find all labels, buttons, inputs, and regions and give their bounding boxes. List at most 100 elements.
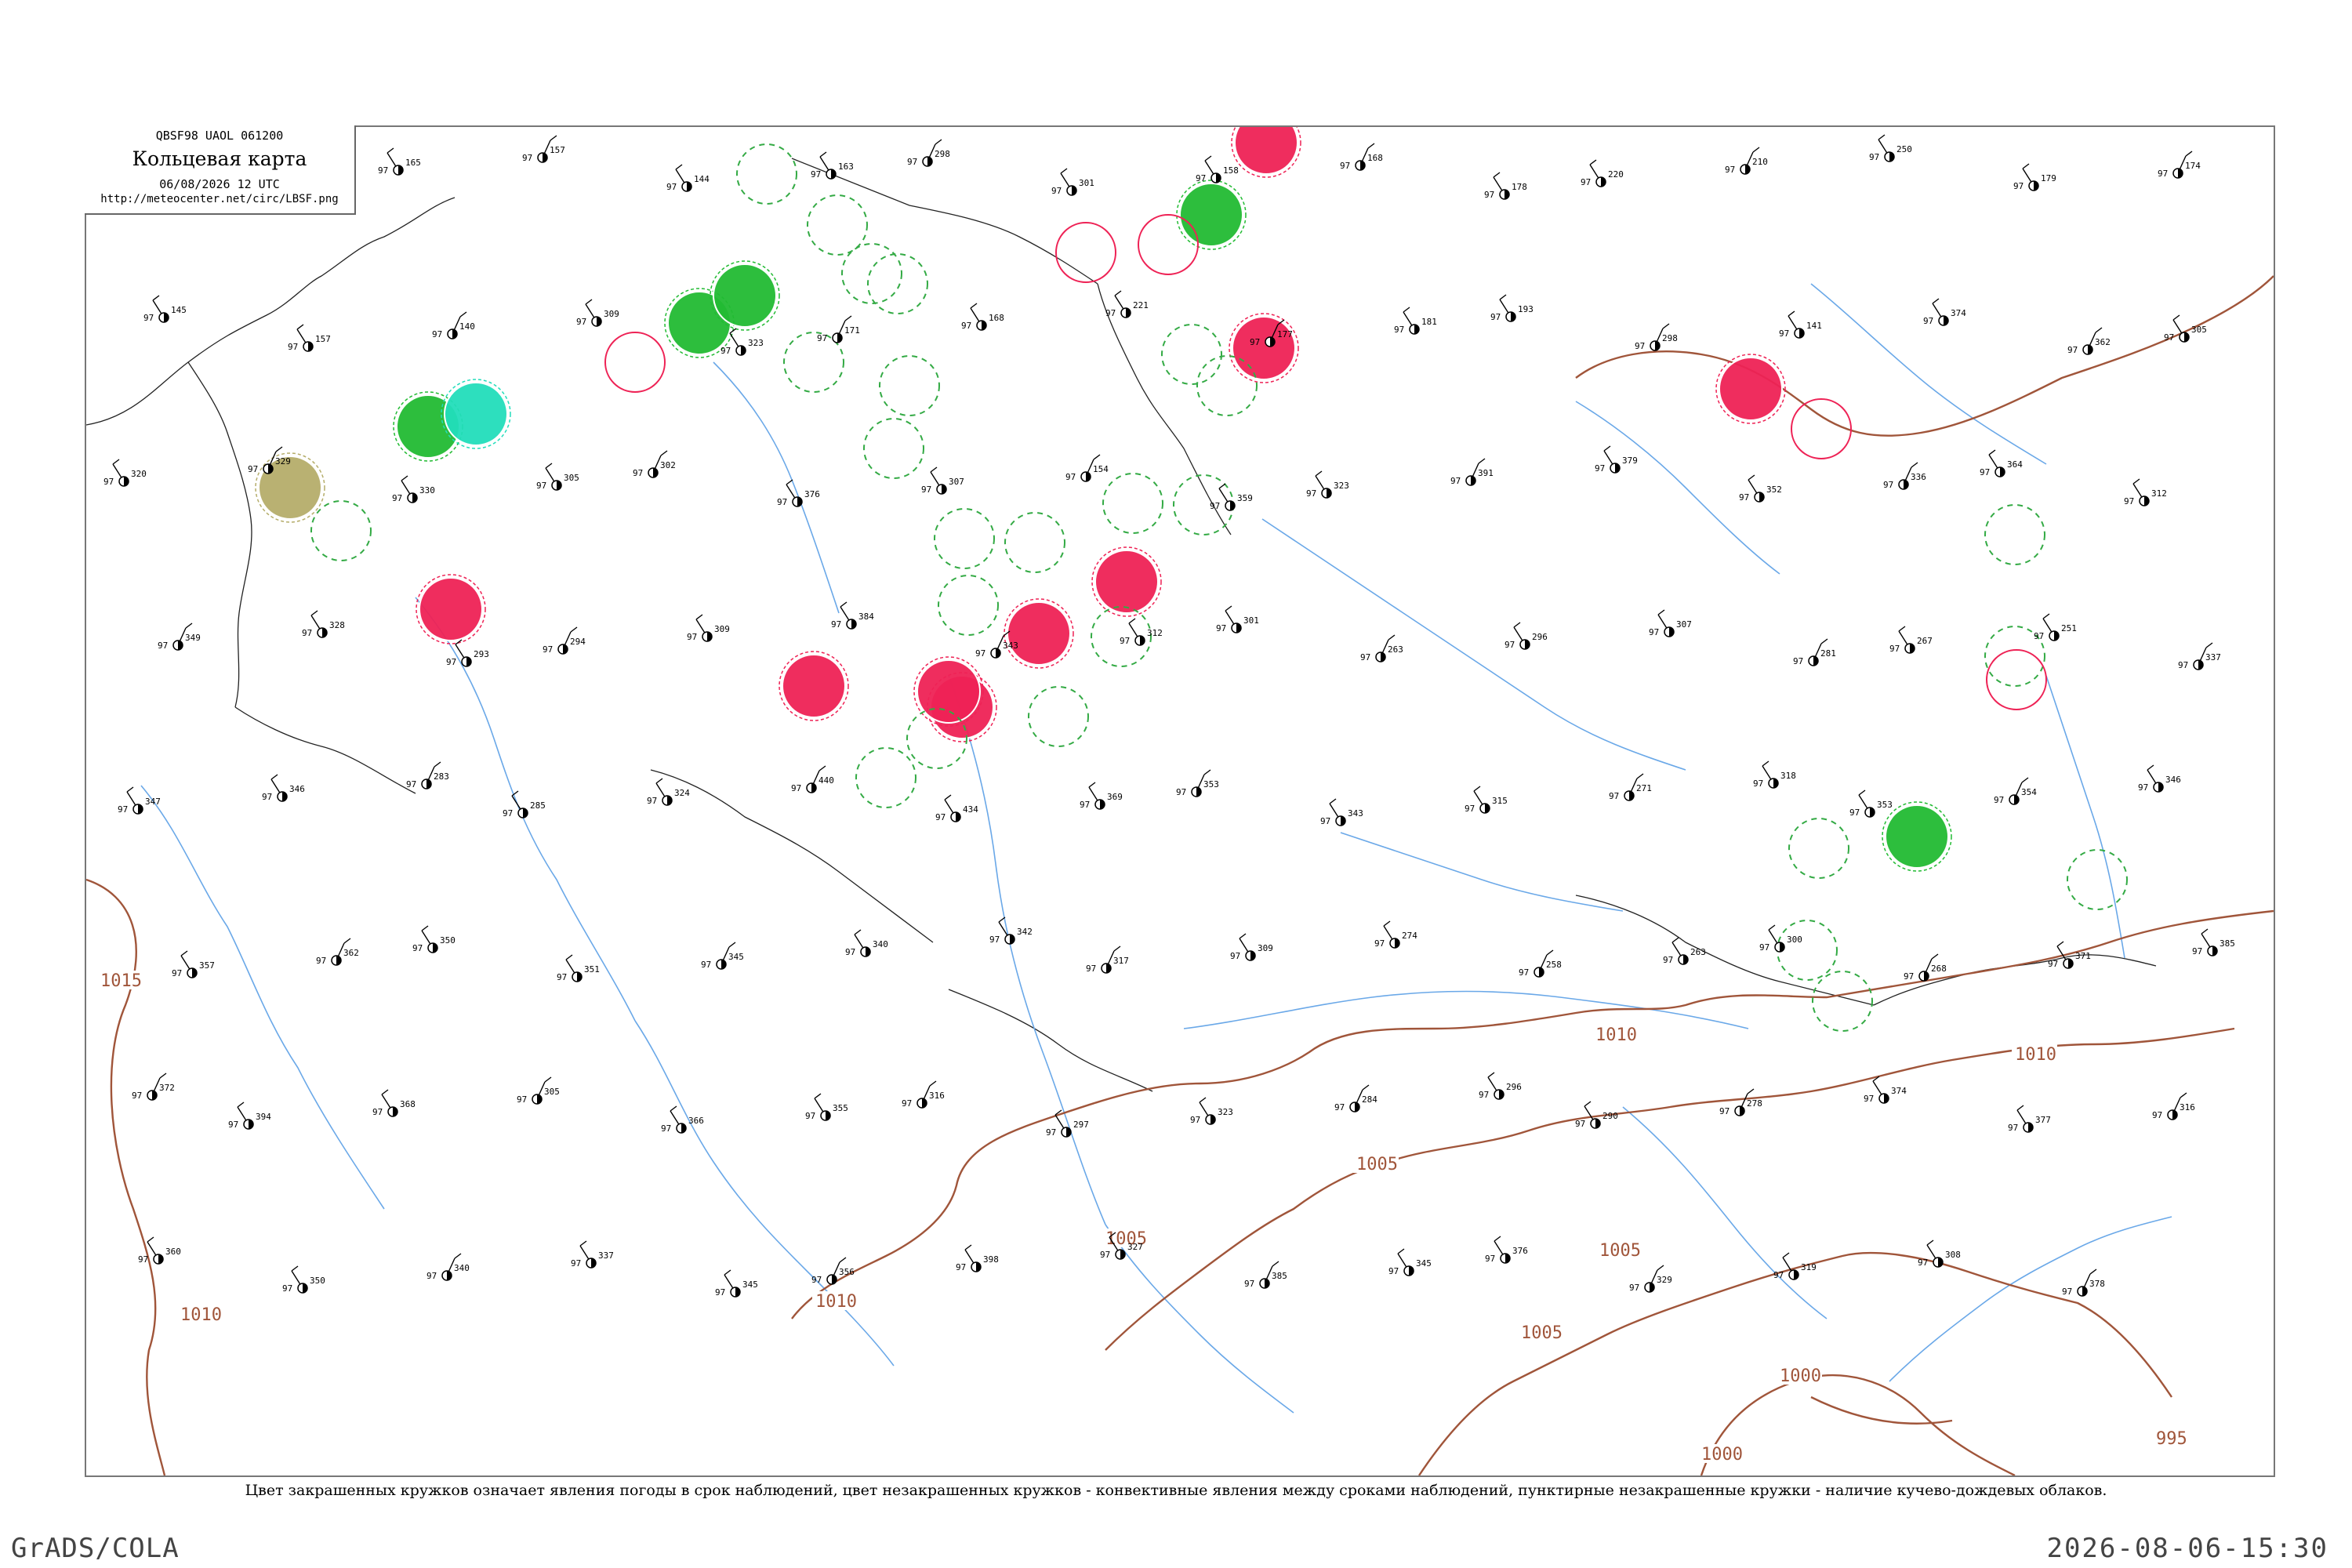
station-pressure: 309 — [714, 624, 730, 634]
station-pressure: 369 — [1107, 792, 1123, 802]
station-temperature: 97 — [571, 1258, 581, 1269]
wind-feather-icon — [2172, 314, 2180, 321]
station-temperature: 97 — [2034, 631, 2044, 641]
station-plot: 307 97 — [1649, 609, 1692, 637]
weather-circle-conv-red — [1138, 214, 1199, 275]
station-temperature: 97 — [1450, 476, 1461, 486]
station-plot: 345 97 — [715, 1269, 758, 1298]
wind-feather-icon — [1748, 474, 1755, 481]
station-pressure: 316 — [2180, 1102, 2195, 1112]
station-plot: 308 97 — [1918, 1240, 1961, 1268]
weather-circle-cb — [736, 143, 797, 205]
station-temperature: 97 — [1046, 1127, 1056, 1138]
station-plot: 353 97 — [1176, 769, 1219, 797]
station-temperature: 97 — [517, 1094, 527, 1105]
station-temperature: 97 — [557, 972, 567, 982]
station-temperature: 97 — [1609, 791, 1619, 801]
station-temperature: 97 — [907, 157, 917, 167]
wind-feather-icon — [728, 942, 736, 948]
station-pressure: 327 — [1127, 1242, 1143, 1252]
station-plot: 168 97 — [1340, 143, 1383, 171]
isobar-label: 1010 — [180, 1305, 222, 1325]
wind-feather-icon — [1493, 172, 1501, 178]
wind-feather-icon — [675, 164, 683, 170]
station-plot: 220 97 — [1581, 159, 1624, 187]
station-pressure: 385 — [2220, 938, 2235, 949]
wind-feather-icon — [1546, 949, 1554, 956]
station-plot: 340 97 — [845, 929, 888, 957]
isobar-label: 1005 — [1521, 1323, 1563, 1343]
station-temperature: 97 — [811, 1275, 822, 1285]
wind-feather-icon — [270, 774, 278, 780]
station-temperature: 97 — [1176, 787, 1186, 797]
wind-feather-icon — [1782, 1252, 1790, 1258]
weather-circle-cb — [1984, 504, 2045, 565]
weather-circle-cb — [1004, 512, 1065, 573]
station-pressure: 178 — [1512, 182, 1527, 192]
station-temperature: 97 — [392, 493, 402, 503]
station-temperature: 97 — [576, 317, 586, 327]
wind-feather-icon — [1752, 147, 1760, 153]
station-plot: 376 97 — [1485, 1236, 1528, 1264]
station-pressure: 174 — [2185, 161, 2201, 171]
station-plot: 345 97 — [701, 942, 744, 970]
station-temperature: 97 — [1306, 488, 1316, 499]
wind-feather-icon — [1388, 634, 1396, 641]
station-plot: 281 97 — [1793, 638, 1836, 666]
wind-feather-icon — [421, 925, 429, 931]
wind-feather-icon — [786, 479, 793, 485]
wind-feather-icon — [1584, 1101, 1592, 1107]
station-temperature: 97 — [1849, 808, 1860, 818]
station-pressure: 384 — [858, 612, 874, 622]
wind-feather-icon — [291, 1265, 299, 1272]
wind-feather-icon — [1199, 1097, 1207, 1103]
station-pressure: 278 — [1747, 1098, 1762, 1109]
wind-feather-icon — [152, 295, 160, 301]
station-temperature: 97 — [138, 1254, 148, 1265]
station-plot: 316 97 — [2152, 1092, 2195, 1120]
station-plot: 221 97 — [1105, 290, 1149, 318]
station-plot: 374 97 — [1864, 1076, 1907, 1104]
wind-feather-icon — [570, 626, 578, 633]
wind-feather-icon — [1397, 1248, 1405, 1254]
station-pressure: 362 — [343, 948, 359, 958]
station-plot: 296 97 — [1479, 1072, 1522, 1100]
station-pressure: 268 — [1931, 964, 1947, 974]
station-temperature: 97 — [1759, 942, 1769, 953]
station-temperature: 97 — [1779, 328, 1789, 339]
weather-circle-cb — [938, 575, 999, 636]
wind-feather-icon — [2056, 941, 2064, 947]
station-plot: 328 97 — [302, 610, 345, 638]
isobar-label: 1000 — [1780, 1367, 1821, 1386]
station-temperature: 97 — [378, 165, 388, 176]
wind-feather-icon — [1203, 769, 1211, 775]
station-temperature: 97 — [1080, 800, 1090, 810]
station-pressure: 250 — [1896, 144, 1912, 154]
station-temperature: 97 — [1105, 308, 1116, 318]
station-pressure: 350 — [440, 935, 456, 946]
station-pressure: 210 — [1752, 157, 1768, 167]
station-pressure: 345 — [742, 1279, 758, 1290]
wind-feather-icon — [1671, 937, 1679, 943]
station-plot: 362 97 — [316, 938, 359, 966]
station-temperature: 97 — [961, 321, 971, 331]
wind-feather-icon — [180, 950, 188, 956]
station-plot: 355 97 — [805, 1093, 848, 1121]
station-temperature: 97 — [1484, 190, 1494, 200]
station-temperature: 97 — [2062, 1287, 2072, 1297]
station-plot: 337 97 — [2178, 642, 2221, 670]
station-pressure: 337 — [598, 1250, 614, 1261]
station-temperature: 97 — [989, 935, 1000, 945]
station-plot: 369 97 — [1080, 782, 1123, 810]
weather-circle-cb — [841, 243, 902, 304]
wind-feather-icon — [1383, 920, 1391, 927]
weather-circle-cb — [1102, 473, 1163, 534]
wind-feather-icon — [454, 1253, 462, 1259]
station-temperature: 97 — [1394, 325, 1404, 335]
weather-circle-storm-red — [1094, 550, 1159, 614]
station-plot: 391 97 — [1450, 458, 1494, 486]
station-pressure: 263 — [1690, 947, 1706, 957]
wind-feather-icon — [660, 450, 668, 456]
isobar-label: 995 — [2156, 1429, 2187, 1449]
station-temperature: 97 — [372, 1107, 383, 1117]
